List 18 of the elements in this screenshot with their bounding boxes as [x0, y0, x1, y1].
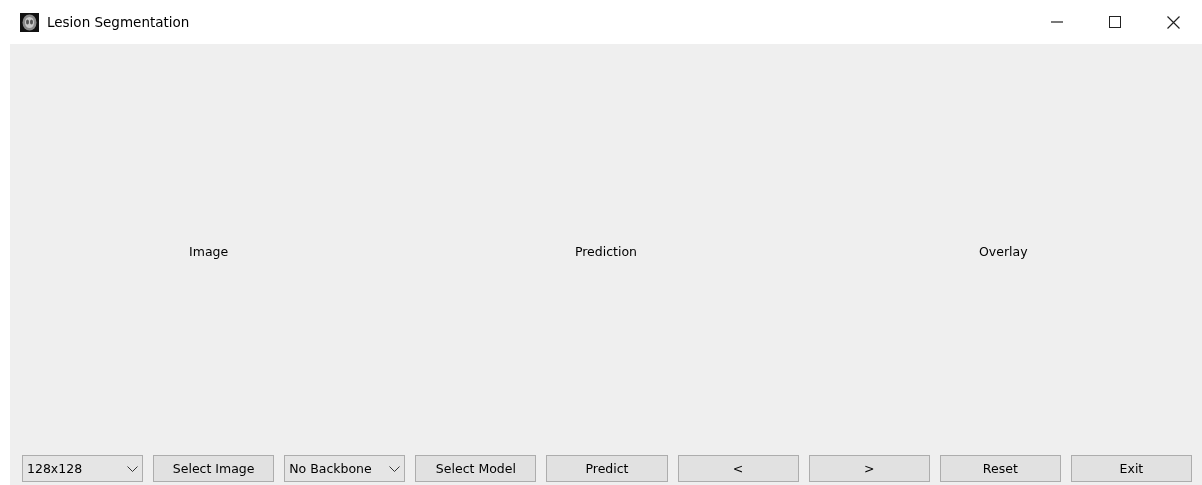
chevron-down-icon — [389, 465, 401, 472]
brain-scan-icon — [20, 12, 39, 32]
panel-label: Overlay — [979, 244, 1028, 259]
chevron-down-icon — [127, 465, 139, 472]
push-button[interactable]: Exit — [1070, 455, 1192, 482]
panel-label: Image — [189, 244, 229, 259]
push-button[interactable]: Select Image — [153, 455, 275, 482]
window-title: Lesion Segmentation — [47, 14, 191, 30]
maximize-icon[interactable] — [1109, 16, 1121, 28]
dropdown[interactable]: 128x128 — [22, 455, 144, 482]
push-button[interactable]: Predict — [546, 455, 668, 482]
dropdown[interactable]: No Backbone — [284, 455, 406, 482]
push-button[interactable]: Reset — [939, 455, 1061, 482]
push-button[interactable]: < — [677, 455, 799, 482]
push-button[interactable]: Select Model — [415, 455, 537, 482]
close-icon[interactable] — [1166, 15, 1180, 29]
panel-label: Prediction — [574, 244, 638, 259]
push-button[interactable]: > — [808, 455, 930, 482]
